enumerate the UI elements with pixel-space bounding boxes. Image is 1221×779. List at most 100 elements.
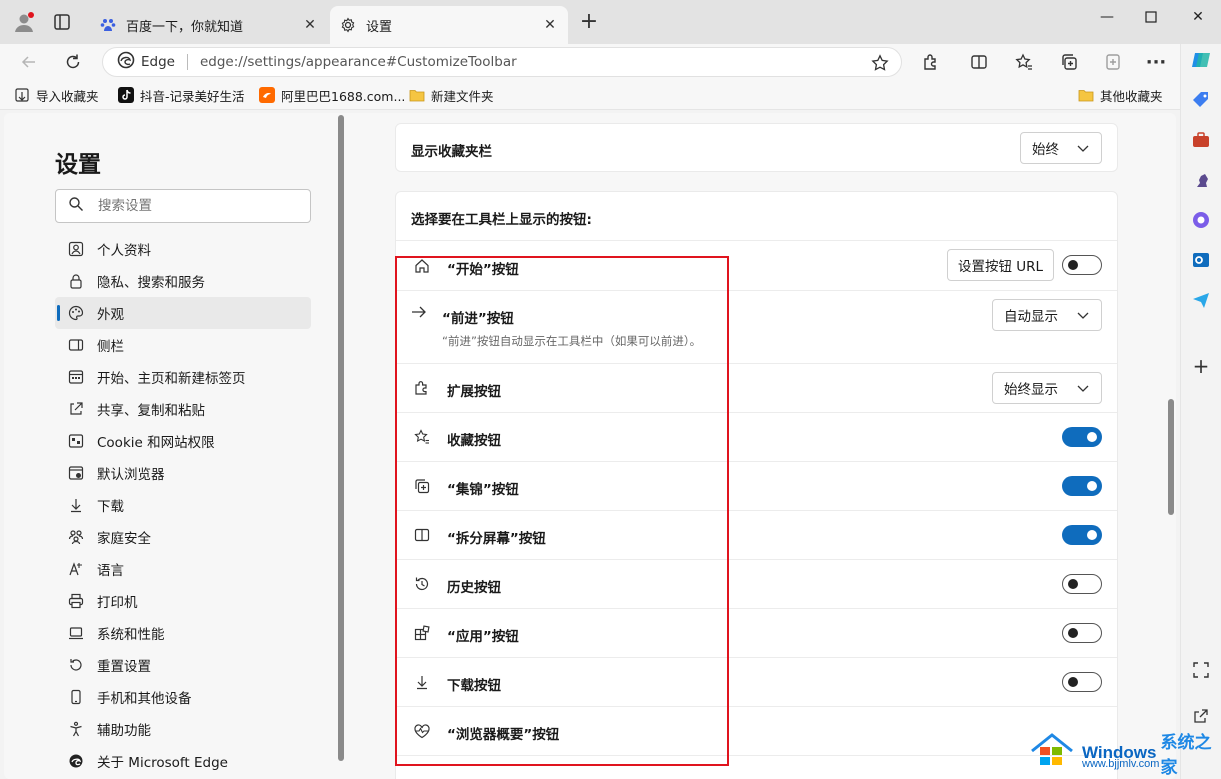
- add-sidebar-app-icon[interactable]: +: [1189, 354, 1213, 378]
- toggle-knob: [1087, 530, 1097, 540]
- bookmark-new-folder[interactable]: 新建文件夹: [409, 85, 494, 105]
- nav-item-label: 隐私、搜索和服务: [97, 275, 205, 291]
- address-bar[interactable]: Edge edge://settings/appearance#Customiz…: [102, 47, 902, 77]
- nav-item-appearance[interactable]: 外观: [55, 297, 311, 329]
- chevron-down-icon: [1077, 385, 1089, 392]
- bookmark-label: 导入收藏夹: [36, 88, 99, 104]
- split-screen-icon[interactable]: [967, 50, 991, 74]
- new-tab-button[interactable]: +: [578, 11, 600, 34]
- split-screen-button-label: “拆分屏幕”按钮: [447, 531, 546, 547]
- extensions-button-dropdown[interactable]: 始终显示: [992, 372, 1102, 404]
- nav-item-downloads[interactable]: 下载: [55, 489, 311, 521]
- nav-item-reset[interactable]: 重置设置: [55, 649, 311, 681]
- tab-baidu[interactable]: 百度一下，你就知道 ✕: [90, 6, 328, 44]
- divider: [396, 290, 1117, 291]
- nav-item-label: 打印机: [97, 595, 138, 611]
- close-tab-icon[interactable]: ✕: [542, 17, 558, 33]
- refresh-button[interactable]: [60, 49, 86, 75]
- heartbeat-icon: [412, 721, 432, 741]
- games-chess-icon[interactable]: [1189, 168, 1213, 192]
- forward-arrow-icon: [409, 302, 429, 322]
- search-icon: [68, 196, 84, 216]
- bookmark-1688[interactable]: 阿里巴巴1688.com...: [259, 85, 405, 105]
- home-button-label: “开始”按钮: [447, 262, 519, 278]
- microsoft-365-icon[interactable]: [1189, 208, 1213, 232]
- browser-essentials-icon[interactable]: [1101, 50, 1125, 74]
- close-window-button[interactable]: ✕: [1183, 6, 1213, 28]
- outlook-icon[interactable]: [1189, 248, 1213, 272]
- favorites-star-icon[interactable]: [1012, 50, 1036, 74]
- screenshot-icon[interactable]: [1189, 658, 1213, 682]
- toolbox-icon[interactable]: [1189, 128, 1213, 152]
- nav-item-start-home[interactable]: 开始、主页和新建标签页: [55, 361, 311, 393]
- forward-button-dropdown[interactable]: 自动显示: [992, 299, 1102, 331]
- split-screen-button-toggle[interactable]: [1062, 525, 1102, 545]
- profile-avatar-icon[interactable]: [12, 10, 36, 34]
- back-button[interactable]: [16, 49, 42, 75]
- nav-item-phone[interactable]: 手机和其他设备: [55, 681, 311, 713]
- nav-item-sidebar[interactable]: 侧栏: [55, 329, 311, 361]
- downloads-button-toggle[interactable]: [1062, 672, 1102, 692]
- chevron-down-icon: [1077, 312, 1089, 319]
- bookmark-import[interactable]: 导入收藏夹: [14, 85, 99, 105]
- nav-item-about[interactable]: 关于 Microsoft Edge: [55, 745, 311, 777]
- home-button-toggle[interactable]: [1062, 255, 1102, 275]
- url-text[interactable]: edge://settings/appearance#CustomizeTool…: [200, 54, 517, 70]
- nav-item-share[interactable]: 共享、复制和粘贴: [55, 393, 311, 425]
- cookie-icon: [67, 432, 85, 450]
- apps-button-toggle[interactable]: [1062, 623, 1102, 643]
- nav-item-label: 默认浏览器: [97, 467, 165, 483]
- close-tab-icon[interactable]: ✕: [302, 17, 318, 33]
- divider: [186, 54, 188, 70]
- maximize-button[interactable]: [1136, 6, 1166, 28]
- send-plane-icon[interactable]: [1189, 288, 1213, 312]
- extensions-puzzle-icon[interactable]: [919, 50, 943, 74]
- divider: [396, 240, 1117, 241]
- browser-essentials-button-label: “浏览器概要”按钮: [447, 727, 560, 743]
- more-menu-icon[interactable]: ···: [1144, 50, 1168, 74]
- bookmark-douyin[interactable]: 抖音-记录美好生活: [118, 85, 245, 105]
- apps-button-label: “应用”按钮: [447, 629, 519, 645]
- search-input[interactable]: [98, 198, 298, 214]
- favorites-bar-dropdown[interactable]: 始终: [1020, 132, 1102, 164]
- nav-item-accessibility[interactable]: 辅助功能: [55, 713, 311, 745]
- nav-item-family[interactable]: 家庭安全: [55, 521, 311, 553]
- collections-button-toggle[interactable]: [1062, 476, 1102, 496]
- chevron-down-icon: [1077, 145, 1089, 152]
- minimize-button[interactable]: —: [1092, 6, 1122, 28]
- nav-scrollbar-thumb[interactable]: [338, 115, 344, 761]
- nav-item-system[interactable]: 系统和性能: [55, 617, 311, 649]
- history-button-toggle[interactable]: [1062, 574, 1102, 594]
- bookmark-other-favorites[interactable]: 其他收藏夹: [1078, 85, 1163, 105]
- nav-item-label: 关于 Microsoft Edge: [97, 755, 228, 771]
- favorites-button-toggle[interactable]: [1062, 427, 1102, 447]
- main-scrollbar[interactable]: [1166, 113, 1176, 779]
- nav-item-privacy[interactable]: 隐私、搜索和服务: [55, 265, 311, 297]
- browser-icon: [67, 464, 85, 482]
- home-icon: [412, 256, 432, 276]
- nav-item-language[interactable]: 语言: [55, 553, 311, 585]
- set-home-url-button[interactable]: 设置按钮 URL: [947, 249, 1054, 281]
- reset-icon: [67, 656, 85, 674]
- bookmark-label: 阿里巴巴1688.com...: [281, 88, 406, 104]
- tab-settings[interactable]: 设置 ✕: [330, 6, 568, 44]
- tab-actions-icon[interactable]: [50, 10, 74, 34]
- nav-item-default-browser[interactable]: 默认浏览器: [55, 457, 311, 489]
- nav-item-profile[interactable]: 个人资料: [55, 233, 311, 265]
- divider: [396, 755, 1117, 756]
- search-settings[interactable]: [55, 189, 311, 223]
- nav-item-cookies[interactable]: Cookie 和网站权限: [55, 425, 311, 457]
- nav-item-printers[interactable]: 打印机: [55, 585, 311, 617]
- toggle-knob: [1068, 260, 1078, 270]
- copilot-icon[interactable]: [1189, 48, 1213, 72]
- main-scrollbar-thumb[interactable]: [1168, 399, 1174, 515]
- open-external-icon[interactable]: [1189, 704, 1213, 728]
- nav-scrollbar[interactable]: [337, 113, 345, 779]
- collections-icon[interactable]: [1057, 50, 1081, 74]
- tag-icon[interactable]: [1189, 88, 1213, 112]
- forward-button-description: “前进”按钮自动显示在工具栏中（如果可以前进）。: [442, 334, 702, 348]
- favorites-bar-label: 显示收藏夹栏: [411, 144, 492, 160]
- alibaba-1688-icon: [259, 87, 275, 103]
- nav-item-label: 辅助功能: [97, 723, 151, 739]
- add-favorite-star-icon[interactable]: [871, 54, 889, 76]
